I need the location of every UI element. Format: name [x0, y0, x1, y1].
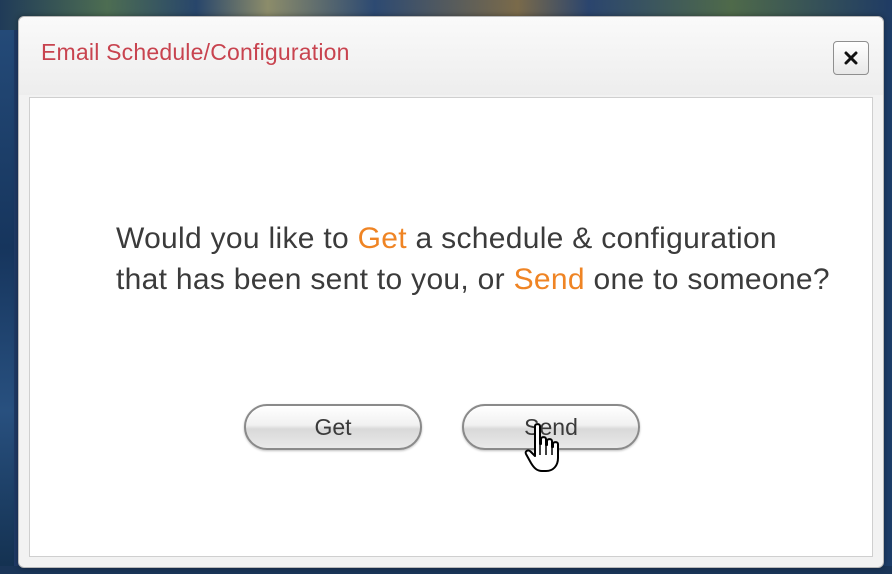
- message-get-highlight: Get: [357, 222, 407, 255]
- background-left-edge: [0, 30, 14, 574]
- send-button[interactable]: Send: [462, 404, 640, 450]
- message-send-highlight: Send: [513, 263, 585, 296]
- email-schedule-dialog: Email Schedule/Configuration Would you l…: [18, 16, 884, 568]
- close-icon: [844, 51, 858, 65]
- get-button[interactable]: Get: [244, 404, 422, 450]
- dialog-title: Email Schedule/Configuration: [41, 39, 350, 65]
- dialog-message: Would you like to Get a schedule & confi…: [116, 218, 836, 300]
- dialog-title-bar: Email Schedule/Configuration: [19, 17, 883, 95]
- message-text-1: Would you like to: [116, 222, 358, 255]
- close-button[interactable]: [833, 41, 869, 75]
- message-text-3: one to someone?: [584, 263, 830, 296]
- dialog-content: Would you like to Get a schedule & confi…: [29, 97, 873, 557]
